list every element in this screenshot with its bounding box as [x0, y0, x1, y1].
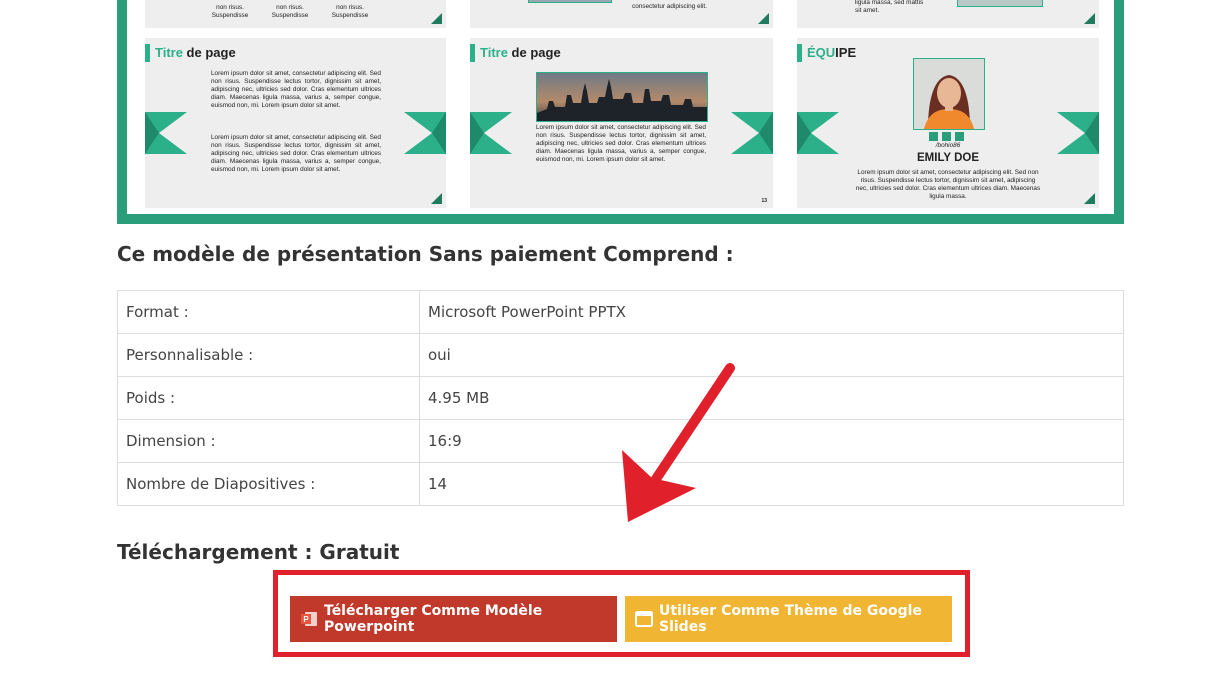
slide-title: Titre de page — [470, 44, 561, 62]
download-powerpoint-button[interactable]: P Télécharger Comme Modèle Powerpoint — [290, 596, 617, 642]
corner-decoration — [1084, 193, 1095, 204]
download-buttons-highlight: P Télécharger Comme Modèle Powerpoint Ut… — [273, 570, 970, 657]
slide-thumbnail: consectetur adipiscing elit. — [470, 0, 773, 28]
arrow-right-icon — [731, 112, 773, 154]
slide-paragraph: Lorem ipsum dolor sit amet, consectetur … — [855, 169, 1041, 201]
svg-text:P: P — [303, 615, 309, 624]
linkedin-icon — [929, 132, 938, 141]
corner-decoration — [431, 193, 442, 204]
slide-paragraph: Lorem ipsum dolor sit amet, consectetur … — [211, 70, 381, 110]
spec-value: Microsoft PowerPoint PPTX — [419, 290, 1124, 334]
slide-title: Titre de page — [145, 44, 236, 62]
slide-page-number: 13 — [761, 198, 767, 204]
spec-value: 14 — [419, 462, 1124, 506]
spec-label: Nombre de Diapositives : — [117, 462, 420, 506]
arrow-right-icon — [1057, 112, 1099, 154]
google-slides-icon — [635, 610, 653, 628]
corner-decoration — [431, 13, 442, 24]
spec-value: 16:9 — [419, 419, 1124, 463]
slide-text: consectetur adipiscing elit. — [632, 3, 707, 10]
includes-heading: Ce modèle de présentation Sans paiement … — [117, 242, 734, 266]
spec-value: 4.95 MB — [419, 376, 1124, 420]
annotation-arrow-icon — [622, 363, 735, 522]
table-row: Format : Microsoft PowerPoint PPTX — [117, 290, 1124, 334]
arrow-left-icon — [470, 112, 512, 154]
use-google-slides-label: Utiliser Comme Thème de Google Slides — [659, 603, 922, 635]
slide-thumbnail-team: ÉQUIPE /bohio86 EMILY DOE Lorem ipsum do — [797, 38, 1099, 208]
slide-title: ÉQUIPE — [797, 44, 856, 62]
slide-image — [528, 0, 612, 3]
social-icons — [929, 132, 964, 141]
powerpoint-icon: P — [300, 610, 318, 628]
slide-thumbnail: ligula massa, sed mattis sit amet. — [797, 0, 1099, 28]
slides-preview-frame: non risus. Suspendisse non risus. Suspen… — [117, 0, 1124, 224]
slide-thumbnail-page-image: Titre de page Lorem ipsum dolor sit amet… — [470, 38, 773, 208]
slide-text: non risus. Suspendisse — [271, 4, 309, 20]
spec-label: Format : — [117, 290, 420, 334]
arrow-right-icon — [404, 112, 446, 154]
corner-decoration — [758, 13, 769, 24]
slide-image — [957, 0, 1043, 7]
slide-text: non risus. Suspendisse — [331, 4, 369, 20]
arrow-left-icon — [797, 112, 839, 154]
team-member-handle: /bohio86 — [935, 142, 961, 149]
spec-label: Poids : — [117, 376, 420, 420]
slide-paragraph: Lorem ipsum dolor sit amet, consectetur … — [536, 124, 706, 164]
slides-preview: non risus. Suspendisse non risus. Suspen… — [127, 0, 1114, 214]
team-member-name: EMILY DOE — [917, 152, 979, 164]
team-member-photo — [913, 58, 985, 130]
twitter-icon — [955, 132, 964, 141]
spec-label: Personnalisable : — [117, 333, 420, 377]
spec-label: Dimension : — [117, 419, 420, 463]
spec-value: oui — [419, 333, 1124, 377]
use-google-slides-button[interactable]: Utiliser Comme Thème de Google Slides — [625, 596, 952, 642]
slide-text: ligula massa, sed mattis sit amet. — [855, 0, 924, 15]
corner-decoration — [1084, 13, 1095, 24]
slide-thumbnail-page: Titre de page Lorem ipsum dolor sit amet… — [145, 38, 446, 208]
slide-thumbnail: non risus. Suspendisse non risus. Suspen… — [145, 0, 446, 28]
city-skyline-image — [536, 72, 708, 122]
download-powerpoint-label: Télécharger Comme Modèle Powerpoint — [324, 603, 543, 635]
arrow-left-icon — [145, 112, 187, 154]
slide-paragraph: Lorem ipsum dolor sit amet, consectetur … — [211, 134, 381, 174]
download-heading: Téléchargement : Gratuit — [117, 540, 400, 564]
slide-text: non risus. Suspendisse — [211, 4, 249, 20]
facebook-icon — [942, 132, 951, 141]
